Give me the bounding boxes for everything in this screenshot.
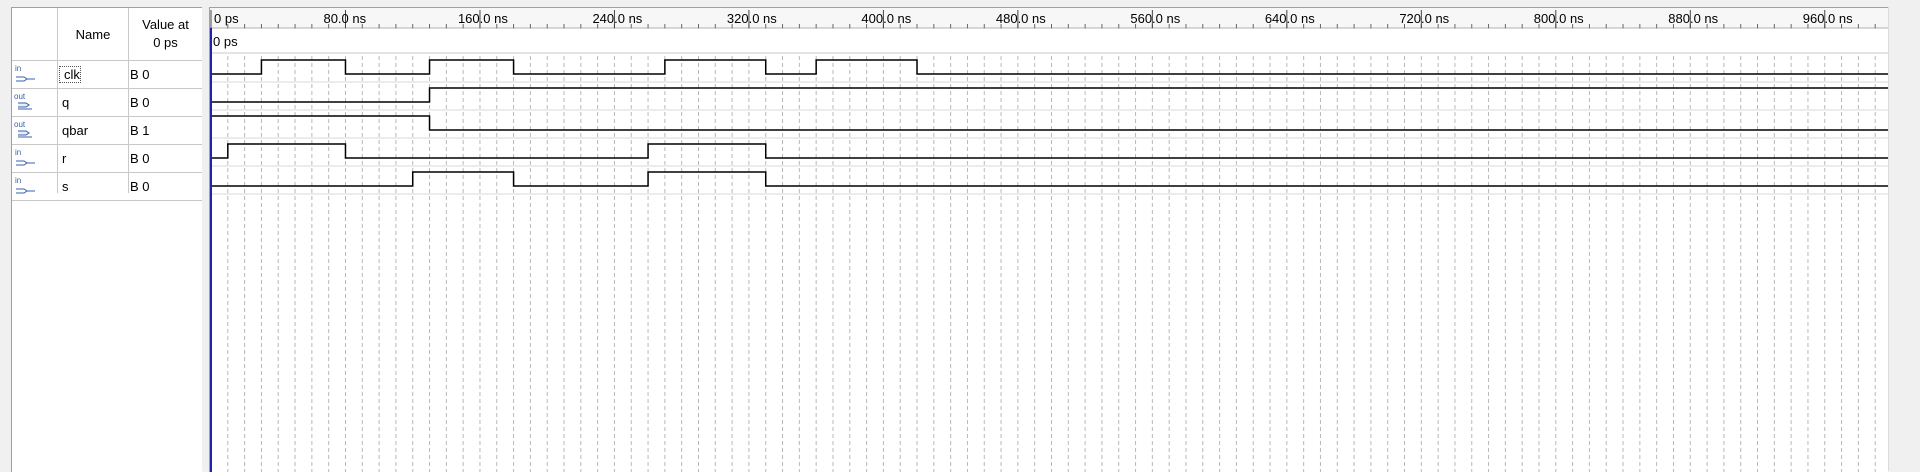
tick-label: 880.0 ns [1668, 11, 1718, 26]
waveform-canvas[interactable]: 0 ps 80.0 ns 160.0 ns 240.0 ns 320.0 ns 400.0… [210, 8, 1888, 472]
svg-text:in: in [15, 176, 21, 185]
waveform-panel[interactable]: 0 ps 80.0 ns 160.0 ns 240.0 ns 320.0 ns 400.0… [209, 7, 1888, 472]
tick-label: 480.0 ns [996, 11, 1046, 26]
waveform-q [211, 87, 1888, 103]
tick-label: 400.0 ns [861, 11, 911, 26]
cursor-time-label: 0 ps [213, 34, 238, 49]
svg-text:out: out [14, 92, 26, 101]
signal-row-q[interactable]: out q B 0 [12, 89, 203, 117]
signal-name[interactable]: clk [59, 66, 81, 83]
signal-name[interactable]: qbar [58, 123, 88, 138]
input-pin-icon: in [14, 64, 36, 84]
tick-label: 80.0 ns [323, 11, 366, 26]
waveform-s [211, 171, 1888, 187]
waveform-qbar [211, 115, 1888, 131]
signal-list-panel: Name Value at 0 ps in clk B 0 out q B 0 … [11, 7, 203, 472]
tick-label: 240.0 ns [592, 11, 642, 26]
tick-label: 720.0 ns [1399, 11, 1449, 26]
left-margin [0, 0, 11, 471]
waveform-clk [211, 59, 1888, 75]
tick-label: 0 ps [214, 11, 239, 26]
name-column-header[interactable]: Name [58, 8, 128, 60]
signal-list-header: Name Value at 0 ps [12, 8, 203, 61]
signal-row-qbar[interactable]: out qbar B 1 [12, 117, 203, 145]
svg-text:in: in [15, 64, 21, 73]
signal-value: B 0 [130, 67, 150, 82]
signal-name[interactable]: s [58, 179, 69, 194]
signal-name[interactable]: r [58, 151, 66, 166]
panel-splitter[interactable] [202, 7, 209, 471]
signal-row-s[interactable]: in s B 0 [12, 173, 203, 201]
tick-label: 560.0 ns [1130, 11, 1180, 26]
tick-label: 320.0 ns [727, 11, 777, 26]
svg-text:out: out [14, 120, 26, 129]
input-pin-icon: in [14, 148, 36, 168]
value-column-header[interactable]: Value at 0 ps [128, 8, 203, 60]
waveform-r [211, 143, 1888, 159]
input-pin-icon: in [14, 176, 36, 196]
signal-row-clk[interactable]: in clk B 0 [12, 61, 203, 89]
signal-value: B 0 [130, 151, 150, 166]
signal-name[interactable]: q [58, 95, 69, 110]
value-header-line1: Value at [142, 17, 189, 32]
output-pin-icon: out [14, 92, 36, 112]
signal-value: B 0 [130, 179, 150, 194]
signal-value: B 1 [130, 123, 150, 138]
svg-text:in: in [15, 148, 21, 157]
tick-label: 160.0 ns [458, 11, 508, 26]
tick-label: 640.0 ns [1265, 11, 1315, 26]
signal-value: B 0 [130, 95, 150, 110]
cursor-label-row [210, 29, 1888, 53]
tick-label: 960.0 ns [1803, 11, 1853, 26]
signal-row-r[interactable]: in r B 0 [12, 145, 203, 173]
output-pin-icon: out [14, 120, 36, 140]
value-header-line2: 0 ps [153, 35, 178, 50]
tick-label: 800.0 ns [1534, 11, 1584, 26]
vertical-scrollbar[interactable] [1888, 7, 1920, 471]
